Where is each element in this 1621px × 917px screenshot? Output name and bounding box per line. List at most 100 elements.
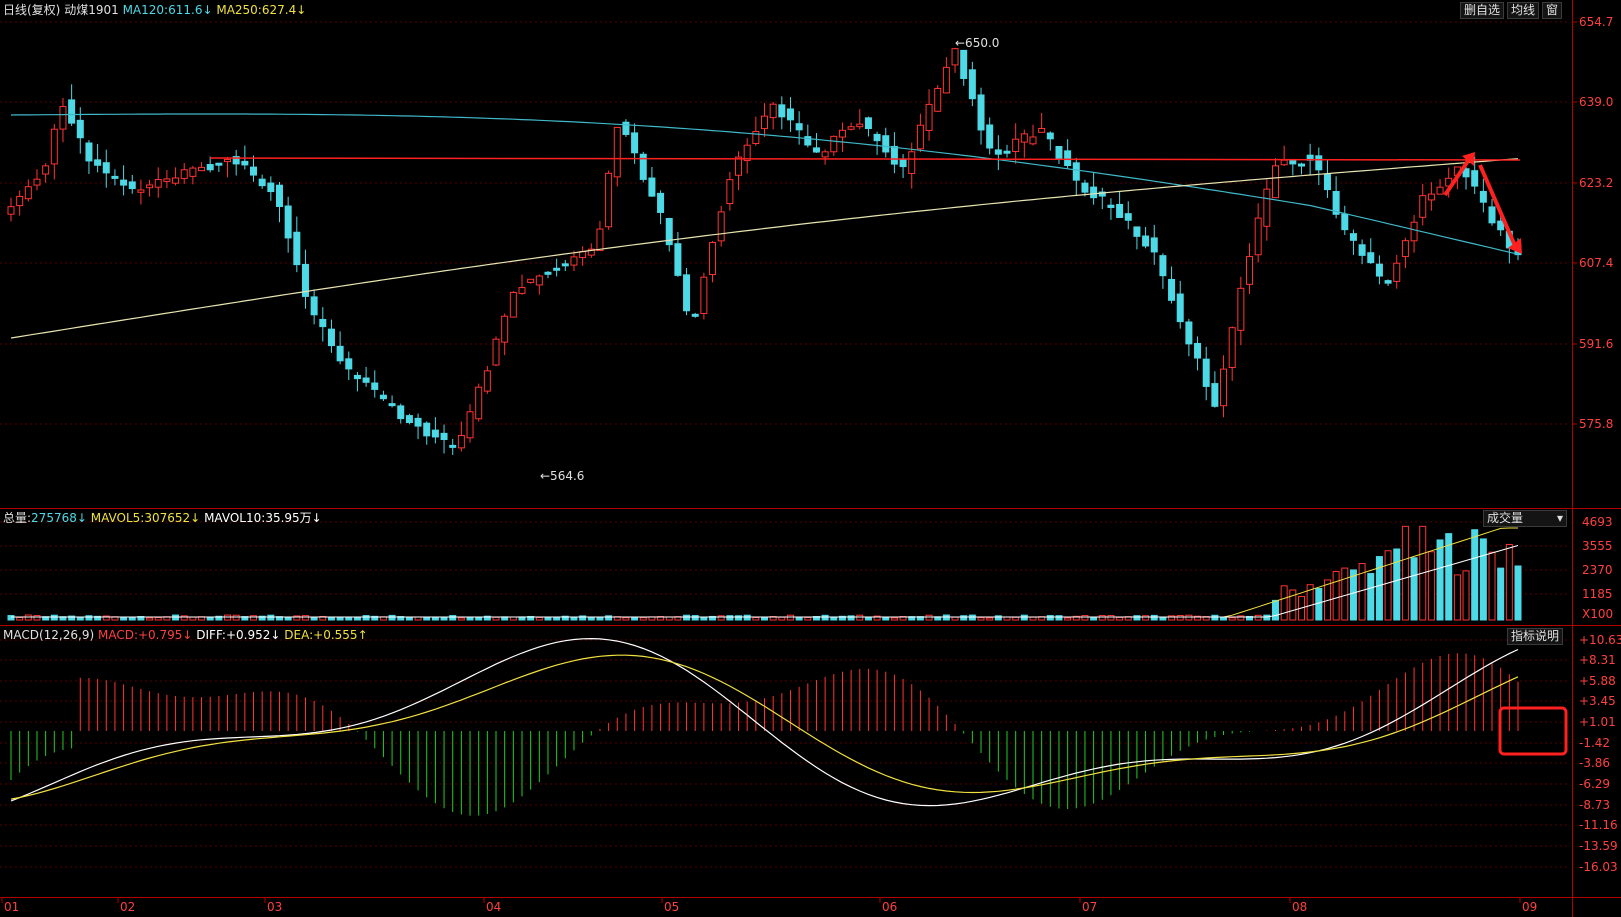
candle-body	[1107, 204, 1115, 208]
volume-bar	[882, 617, 890, 621]
candle-body	[102, 162, 110, 174]
volume-bar	[587, 616, 595, 621]
candle	[570, 250, 578, 271]
candle	[1375, 255, 1383, 285]
delete-watchlist-button[interactable]: 删自选	[1460, 2, 1505, 19]
total-volume-label: 总量:	[3, 511, 32, 525]
macd-label: MACD:	[97, 628, 138, 642]
macd-histogram	[10, 653, 1519, 816]
candle	[16, 190, 24, 216]
volume-bar	[631, 616, 639, 621]
kline-chart[interactable]: 654.7 639.0 623.2 607.4 591.6 575.8 4693 3555 23…	[0, 0, 1621, 917]
volume-bar	[1029, 616, 1037, 621]
volume-bar	[1479, 538, 1487, 621]
candle-body	[726, 179, 734, 205]
candle-body	[761, 115, 768, 130]
candle	[7, 197, 15, 222]
mavol10-label: MAVOL10:	[204, 511, 266, 525]
candle	[1107, 198, 1115, 220]
candle	[709, 241, 717, 283]
candle-body	[1124, 213, 1132, 221]
volume-bar	[1142, 615, 1150, 621]
macd-axis-label: -11.16	[1579, 818, 1618, 832]
candle	[345, 351, 353, 381]
volume-bar	[977, 617, 985, 621]
candle	[1003, 144, 1011, 158]
candle-body	[501, 315, 509, 343]
volume-bar	[1384, 550, 1392, 621]
macd-value: +0.795↓	[137, 628, 193, 642]
candle	[250, 155, 258, 182]
mavol5-label: MAVOL5:	[90, 511, 145, 525]
candle	[1116, 191, 1124, 218]
volume-bar	[986, 617, 994, 621]
volume-axis-label: X100	[1582, 607, 1613, 621]
time-axis-label: 01	[4, 900, 19, 914]
candle	[327, 319, 335, 353]
volume-bar	[1263, 614, 1271, 621]
volume-indicator-select[interactable]: 成交量 ▾	[1483, 510, 1567, 527]
candle-body	[1064, 150, 1072, 167]
volume-bar	[1055, 615, 1063, 621]
candle	[631, 123, 639, 164]
candle	[180, 163, 188, 184]
candle-body	[657, 192, 665, 213]
candle	[42, 163, 50, 183]
volume-bar	[1505, 543, 1513, 621]
ma250-label: MA250:	[216, 3, 262, 17]
volume-bar	[1462, 570, 1470, 621]
volume-bar	[1349, 569, 1357, 621]
price-axis-label: 639.0	[1579, 95, 1613, 109]
time-axis-label: 04	[486, 900, 501, 914]
candle	[700, 272, 708, 320]
candle	[916, 113, 924, 153]
candle	[1220, 355, 1228, 418]
candle-body	[622, 121, 630, 135]
volume-bar	[1375, 556, 1383, 621]
time-axis-label: 02	[120, 900, 135, 914]
candle	[301, 249, 309, 309]
panel-divider-macd	[0, 897, 1621, 898]
candle	[778, 96, 786, 130]
candle	[769, 101, 777, 130]
candle-body	[553, 267, 561, 271]
volume-bar	[336, 617, 344, 621]
volume-bar	[735, 615, 743, 621]
candle	[657, 190, 665, 225]
candle-body	[778, 104, 786, 118]
candle	[1237, 276, 1245, 346]
volume-bar	[994, 615, 1002, 621]
candle	[1202, 346, 1210, 401]
candle-body	[1323, 173, 1331, 191]
ma120-label: MA120:	[122, 3, 169, 17]
ma-settings-button[interactable]: 均线	[1507, 2, 1540, 19]
candle-body	[1090, 186, 1098, 199]
candle-body	[206, 164, 214, 171]
candle	[838, 122, 846, 152]
candle	[1367, 238, 1375, 264]
volume-bar	[1090, 617, 1098, 621]
candle-body	[700, 276, 708, 314]
candle-body	[925, 103, 933, 131]
volume-bar	[1107, 615, 1115, 621]
candle	[873, 131, 881, 155]
candle-body	[492, 338, 500, 366]
indicator-help-button[interactable]: 指标说明	[1507, 628, 1564, 645]
candle-body	[137, 189, 145, 193]
candle-body	[475, 386, 483, 420]
low-price-annotation: ←564.6	[540, 469, 584, 483]
volume-bar	[1367, 573, 1375, 621]
total-volume-value: 275768↓	[31, 511, 87, 525]
candle	[804, 124, 812, 148]
candle-body	[215, 162, 223, 166]
candle-body	[1289, 159, 1297, 165]
volume-bar	[717, 615, 725, 621]
candle-body	[457, 434, 465, 449]
window-button[interactable]: 窗	[1542, 2, 1563, 19]
volume-bar	[804, 617, 812, 621]
candle-body	[960, 49, 968, 79]
volume-bar	[1445, 533, 1453, 621]
candle	[535, 274, 543, 295]
candle	[258, 174, 266, 189]
candle	[1211, 371, 1219, 408]
